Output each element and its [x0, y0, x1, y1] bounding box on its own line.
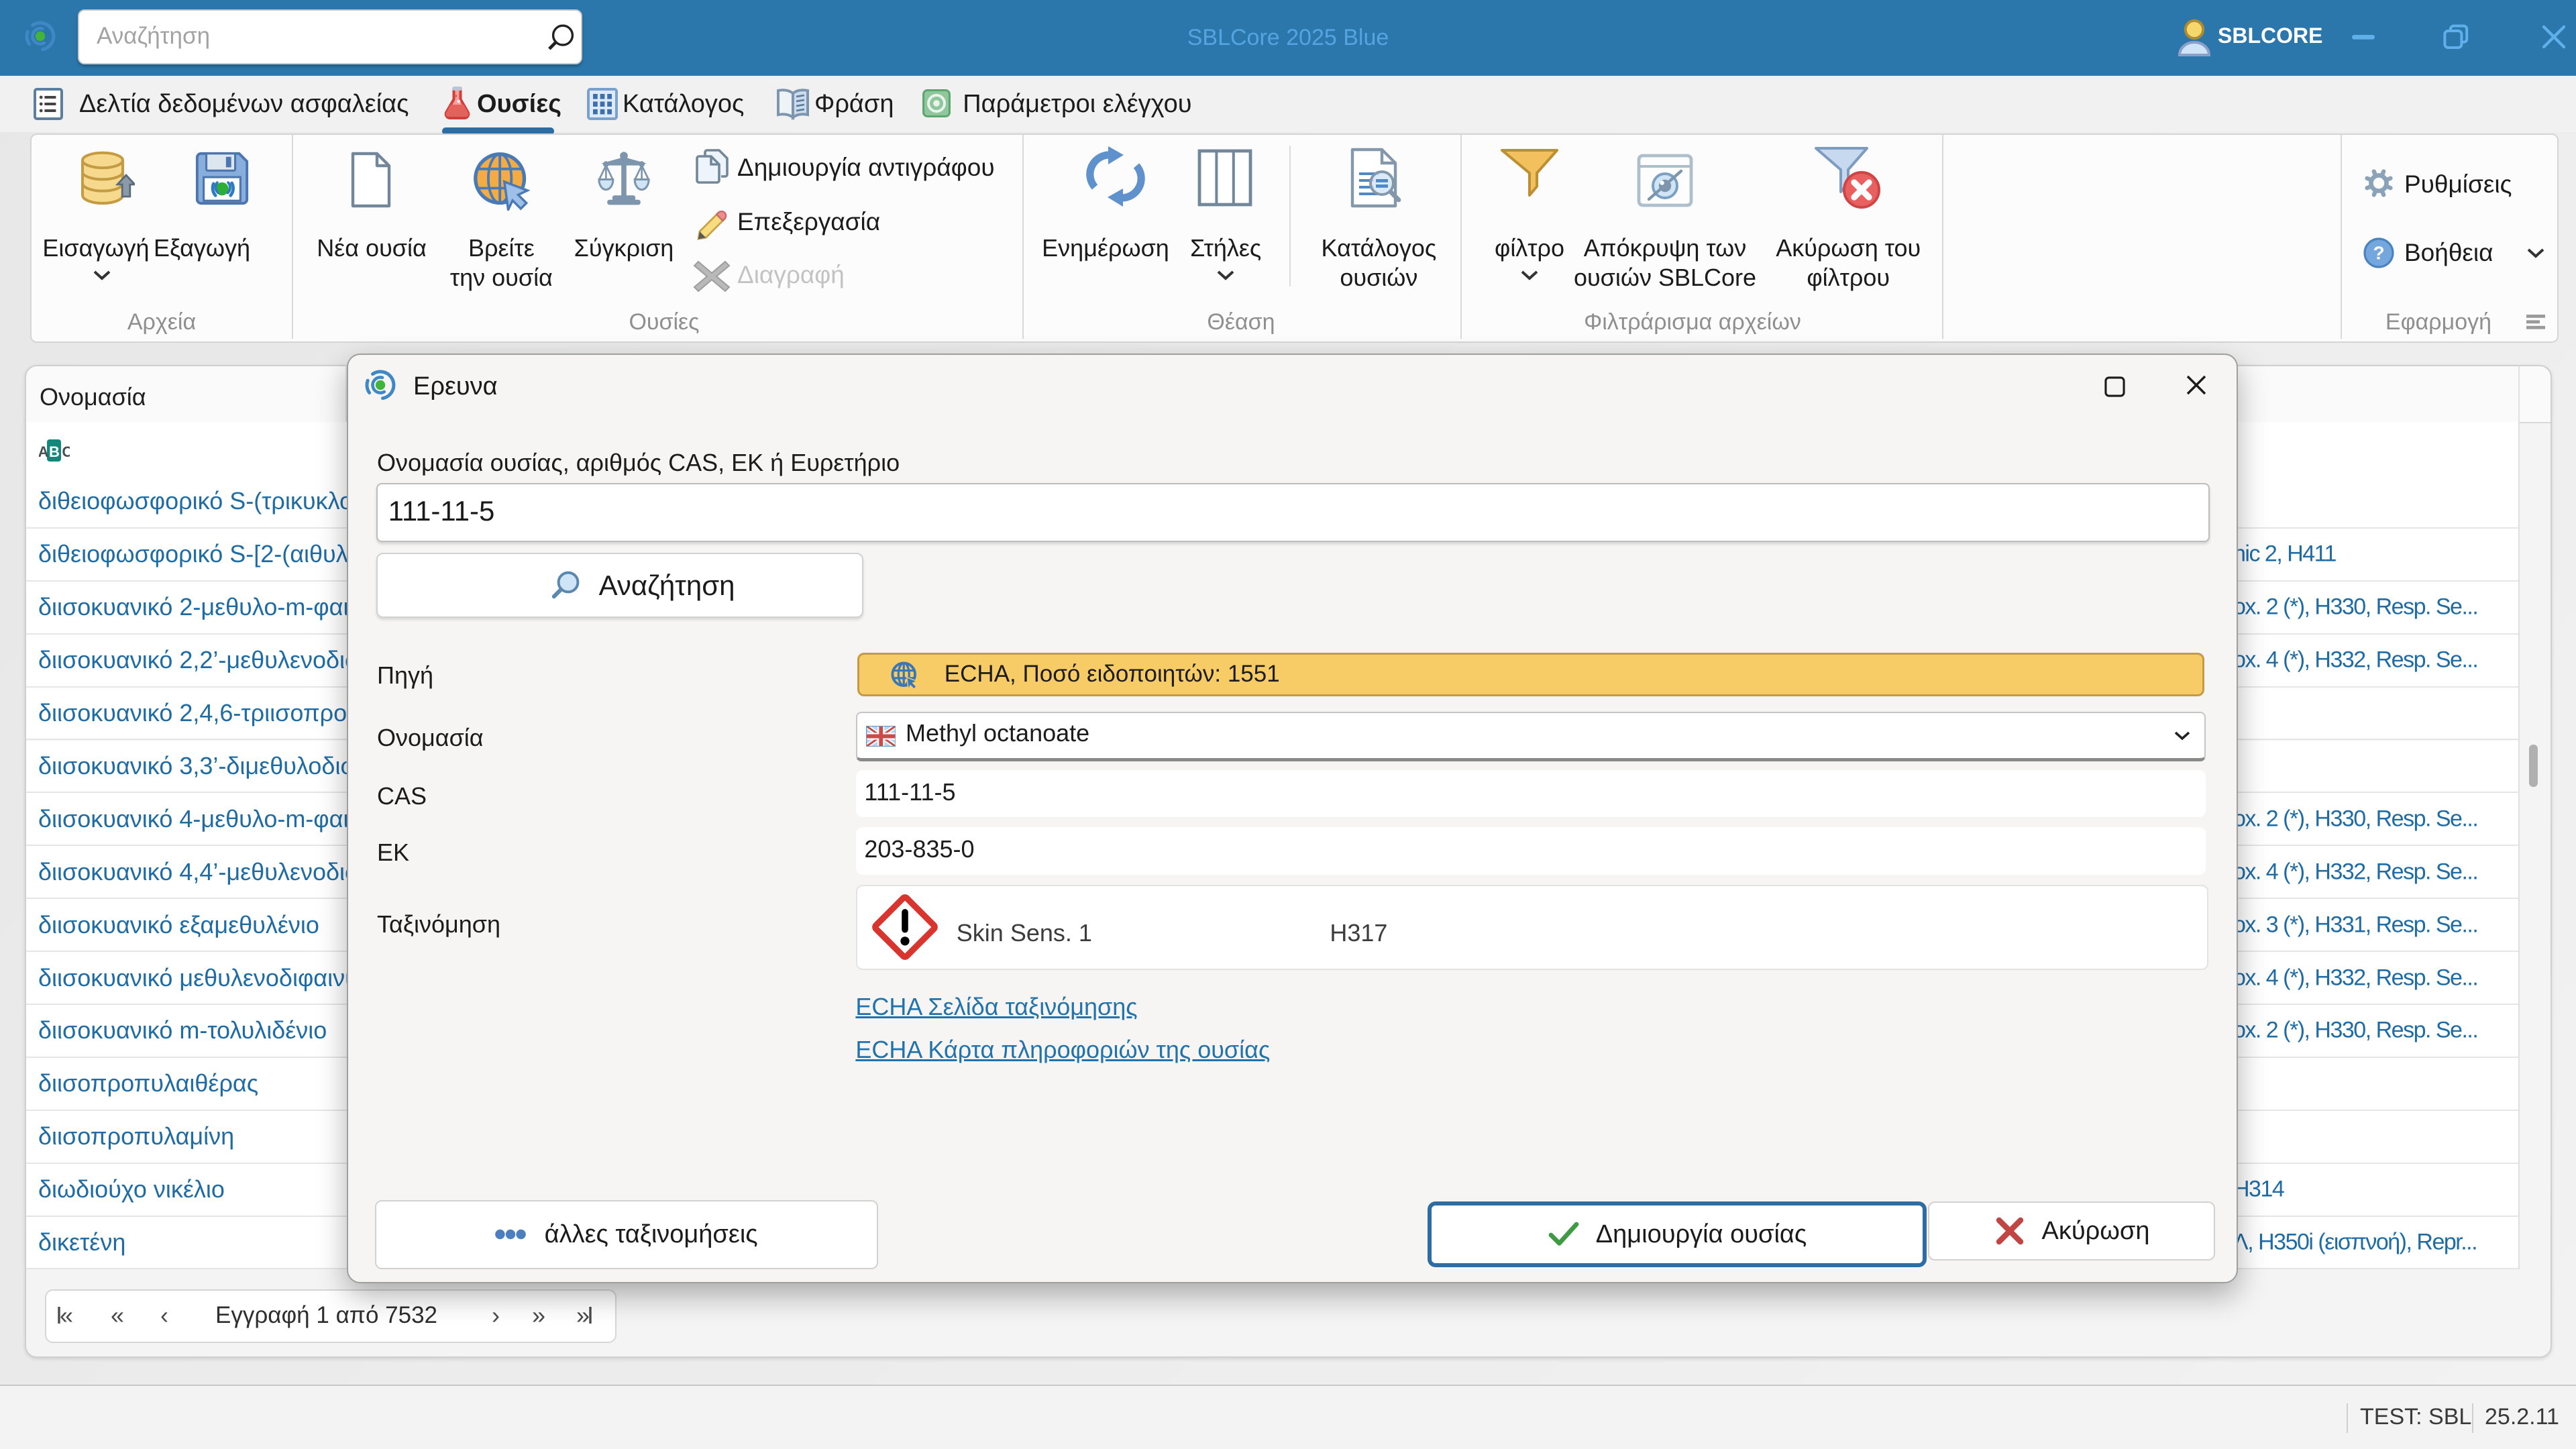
svg-text:C: C: [62, 443, 70, 460]
svg-text:?: ?: [2373, 243, 2384, 264]
svg-text:A: A: [39, 443, 49, 460]
svg-text:B: B: [49, 443, 60, 460]
